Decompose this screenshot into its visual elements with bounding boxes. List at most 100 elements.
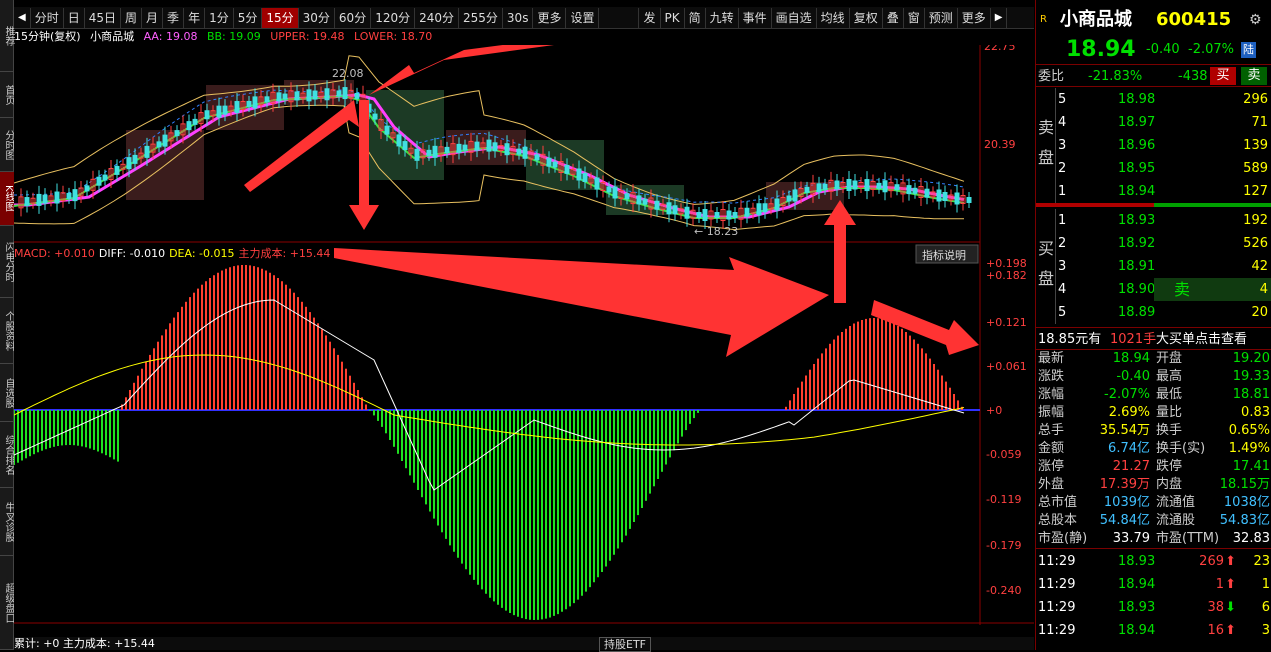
buy-button[interactable]: 买 <box>1210 67 1236 85</box>
toolbar-button[interactable]: 复权 <box>850 7 883 28</box>
candle-body <box>396 134 402 147</box>
period-tab[interactable]: 更多 <box>533 7 567 28</box>
toolbar-button[interactable]: 简 <box>685 7 706 28</box>
bid-row[interactable]: 4 18.90 卖 4 <box>1036 278 1271 301</box>
bottom-bar: 累计: +0 主力成本: +15.44 持股ETF <box>14 637 1034 652</box>
next-arrow-icon[interactable]: ▶ <box>991 7 1008 28</box>
period-tab[interactable]: 日 <box>64 7 85 28</box>
stat-row: 市盈(静) 33.79 市盈(TTM) 32.83 <box>1036 530 1271 548</box>
ask-row[interactable]: 5 18.98 296 <box>1036 88 1271 111</box>
period-tab[interactable]: 5分 <box>234 7 263 28</box>
left-nav-item[interactable]: 综合排名 <box>0 422 14 488</box>
candle-body <box>966 197 972 203</box>
period-tab[interactable]: 季 <box>163 7 185 28</box>
toolbar-button[interactable]: 叠 <box>883 7 904 28</box>
period-tab[interactable]: 255分 <box>459 7 503 28</box>
stat-value: 54.84亿 <box>1099 513 1150 528</box>
stat-value: 18.81 <box>1232 387 1270 402</box>
price-axis-label: 22.75 <box>984 45 1016 53</box>
left-nav-item[interactable]: 超级盘口 <box>0 556 14 650</box>
sell-button[interactable]: 卖 <box>1241 67 1267 85</box>
left-nav-item[interactable]: 闪电分时 <box>0 226 14 298</box>
period-tab[interactable]: 45日 <box>85 7 122 28</box>
candle-body <box>324 88 330 101</box>
period-tab[interactable]: 120分 <box>371 7 416 28</box>
bid-row[interactable]: 1 18.93 192 <box>1036 209 1271 232</box>
candle-body <box>504 143 510 156</box>
tick-time: 11:29 <box>1038 623 1076 638</box>
ask-row[interactable]: 3 18.96 139 <box>1036 134 1271 157</box>
aa-value: AA: 19.08 <box>143 30 198 43</box>
candle-body <box>426 149 432 156</box>
macd-axis-label: -0.119 <box>986 493 1021 506</box>
stat-row: 总股本 54.84亿 流通股 54.83亿 <box>1036 512 1271 530</box>
big-order-row[interactable]: 18.85元有 1021手 大买单点击查看 <box>1036 327 1271 350</box>
candle-body <box>132 154 138 164</box>
bid-row[interactable]: 5 18.89 20 <box>1036 301 1271 324</box>
ask-row[interactable]: 4 18.97 71 <box>1036 111 1271 134</box>
left-nav-item[interactable]: 个股资料 <box>0 298 14 364</box>
toolbar-button[interactable]: 窗 <box>904 7 925 28</box>
low-price-label: ← 18.23 <box>694 225 738 238</box>
period-tab[interactable]: 月 <box>142 7 164 28</box>
up-arrow-icon: ⬆ <box>1225 623 1236 638</box>
period-tab[interactable]: 分时 <box>31 7 64 28</box>
candle-body <box>534 154 540 161</box>
toolbar-button[interactable]: 预测 <box>925 7 958 28</box>
period-tab[interactable]: 15分 <box>262 7 299 28</box>
left-nav-item[interactable]: K线图 <box>0 172 14 226</box>
candle-body <box>294 91 300 101</box>
candle-body <box>846 179 852 191</box>
candle-body <box>816 183 822 193</box>
period-tab[interactable]: 30s <box>503 7 534 28</box>
candle-body <box>216 105 222 118</box>
toolbar-button[interactable]: 画自选 <box>772 7 817 28</box>
period-tab[interactable]: 1分 <box>205 7 234 28</box>
left-nav-item[interactable]: 推荐 <box>0 0 14 72</box>
toolbar-button[interactable]: 事件 <box>739 7 772 28</box>
big-order-link[interactable]: 大买单点击查看 <box>1156 328 1247 351</box>
stat-row: 最新 18.94 开盘 19.20 <box>1036 350 1271 368</box>
kline-chart[interactable]: 22.7520.39⚙✎👁🖐🔒⊖⊕22.08← 18.23MACD: +0.01… <box>14 45 1034 625</box>
toolbar-button[interactable]: 更多 <box>958 7 991 28</box>
period-tab[interactable]: 年 <box>184 7 206 28</box>
stat-row: 振幅 2.69% 量比 0.83 <box>1036 404 1271 422</box>
down-arrow-icon: ⬇ <box>1225 600 1236 615</box>
toolbar-button[interactable]: 发 <box>639 7 661 28</box>
stock-name-label: 小商品城 <box>90 30 135 43</box>
stat-label: 开盘 <box>1156 351 1183 366</box>
settings-gear-icon[interactable]: ⚙ <box>1249 6 1262 34</box>
stat-value: -0.40 <box>1116 369 1150 384</box>
stat-label: 总股本 <box>1038 513 1078 528</box>
ask-row[interactable]: 1 18.94 127 <box>1036 180 1271 203</box>
left-nav-item[interactable]: 牛叉诊股 <box>0 488 14 556</box>
candle-body <box>576 168 582 181</box>
candle-body <box>552 161 558 168</box>
stat-value: 0.65% <box>1228 423 1270 438</box>
left-nav-item[interactable]: 分时图 <box>0 118 14 172</box>
candle-body <box>906 185 912 195</box>
bid-row[interactable]: 3 18.91 42 <box>1036 255 1271 278</box>
toolbar-button[interactable]: 九转 <box>706 7 739 28</box>
candle-body <box>654 200 660 210</box>
period-tab[interactable]: 周 <box>121 7 143 28</box>
stat-row: 涨跌 -0.40 最高 19.33 <box>1036 368 1271 386</box>
toolbar-button[interactable]: 均线 <box>817 7 850 28</box>
period-tab[interactable]: 240分 <box>415 7 460 28</box>
period-tab[interactable]: 30分 <box>299 7 335 28</box>
left-nav-item[interactable]: 自选股 <box>0 364 14 422</box>
stat-value: 18.94 <box>1112 351 1150 366</box>
stat-value: -2.07% <box>1104 387 1150 402</box>
left-nav: 推荐 首页 分时图 K线图 闪电分时 个股资料 自选股 综合排名 牛叉诊股 超级盘口 <box>0 0 14 650</box>
left-nav-item[interactable]: 首页 <box>0 72 14 118</box>
bid-row[interactable]: 2 18.92 526 <box>1036 232 1271 255</box>
stat-value: 1038亿 <box>1223 495 1270 510</box>
stat-label: 流通股 <box>1156 513 1196 528</box>
period-tab[interactable]: 60分 <box>335 7 372 28</box>
stat-row: 涨幅 -2.07% 最低 18.81 <box>1036 386 1271 404</box>
candle-body <box>924 188 930 198</box>
toolbar-button[interactable]: PK <box>661 7 685 28</box>
prev-arrow-icon[interactable]: ◀ <box>14 7 31 28</box>
period-tab[interactable]: 设置 <box>566 7 600 28</box>
ask-row[interactable]: 2 18.95 589 <box>1036 157 1271 180</box>
